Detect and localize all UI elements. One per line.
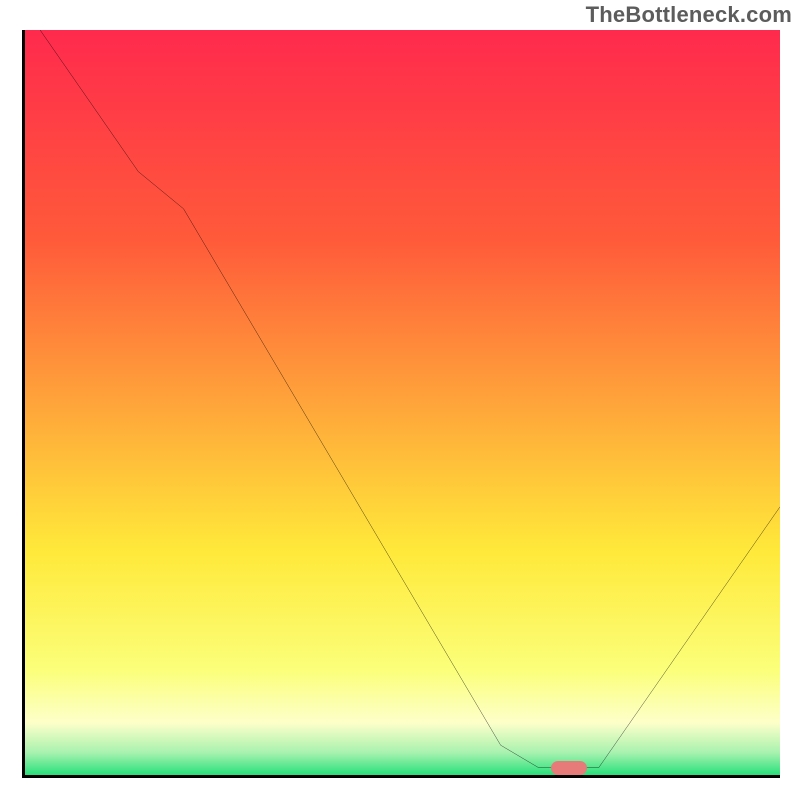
chart-background [25,30,780,775]
chart-container: TheBottleneck.com [0,0,800,800]
optimal-marker [551,761,587,775]
chart-svg [25,30,780,775]
watermark-label: TheBottleneck.com [586,2,792,28]
chart-plot-area [22,30,780,778]
